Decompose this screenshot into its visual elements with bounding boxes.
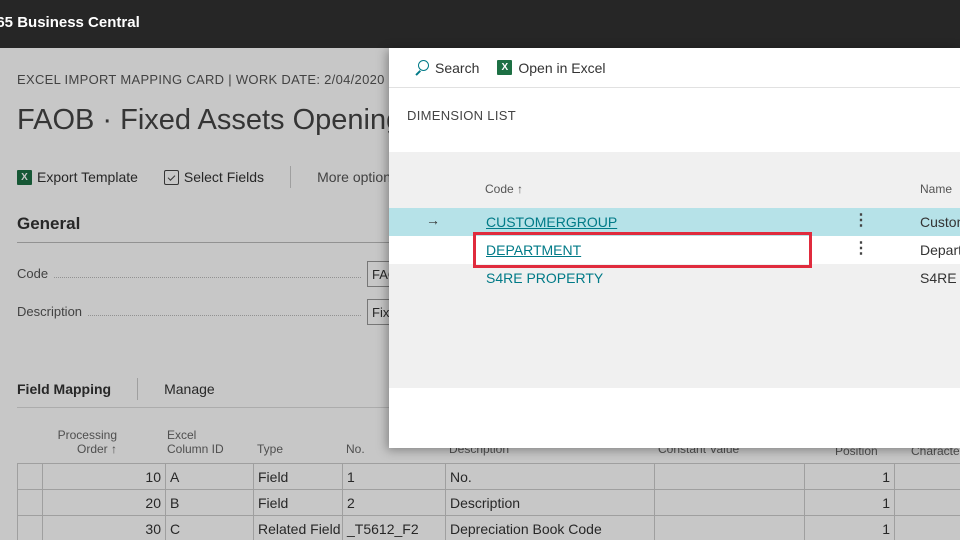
- dialog-action-bar: Search X Open in Excel: [389, 48, 960, 88]
- col-code[interactable]: Code ↑: [485, 182, 523, 196]
- dimension-code-link[interactable]: CUSTOMERGROUP: [486, 214, 617, 230]
- col-name[interactable]: Name: [920, 182, 952, 196]
- dimension-list: Code ↑ Name → CUSTOMERGROUP ⋮ Customer G…: [389, 152, 960, 388]
- app-bar: 365 Business Central: [0, 0, 960, 48]
- open-in-excel-label: Open in Excel: [518, 59, 606, 76]
- search-button[interactable]: Search: [414, 60, 479, 76]
- dimension-name: Customer Group: [920, 214, 960, 230]
- app-title[interactable]: 365 Business Central: [0, 14, 140, 31]
- arrow-right-icon: →: [426, 212, 440, 228]
- search-label: Search: [435, 59, 480, 76]
- dimension-name: Department: [920, 242, 960, 258]
- dialog-title: DIMENSION LIST: [407, 108, 516, 123]
- more-vertical-icon[interactable]: ⋮: [853, 239, 869, 259]
- dimension-code-link[interactable]: S4RE PROPERTY: [486, 270, 603, 286]
- more-vertical-icon[interactable]: ⋮: [853, 211, 869, 231]
- list-row-s4re-property[interactable]: S4RE PROPERTY S4RE Property: [389, 264, 960, 292]
- highlight-annotation: [473, 232, 812, 268]
- search-icon: [414, 60, 429, 75]
- open-in-excel-button[interactable]: X Open in Excel: [497, 59, 606, 76]
- excel-icon: X: [497, 60, 513, 75]
- dimension-name: S4RE Property: [920, 270, 960, 286]
